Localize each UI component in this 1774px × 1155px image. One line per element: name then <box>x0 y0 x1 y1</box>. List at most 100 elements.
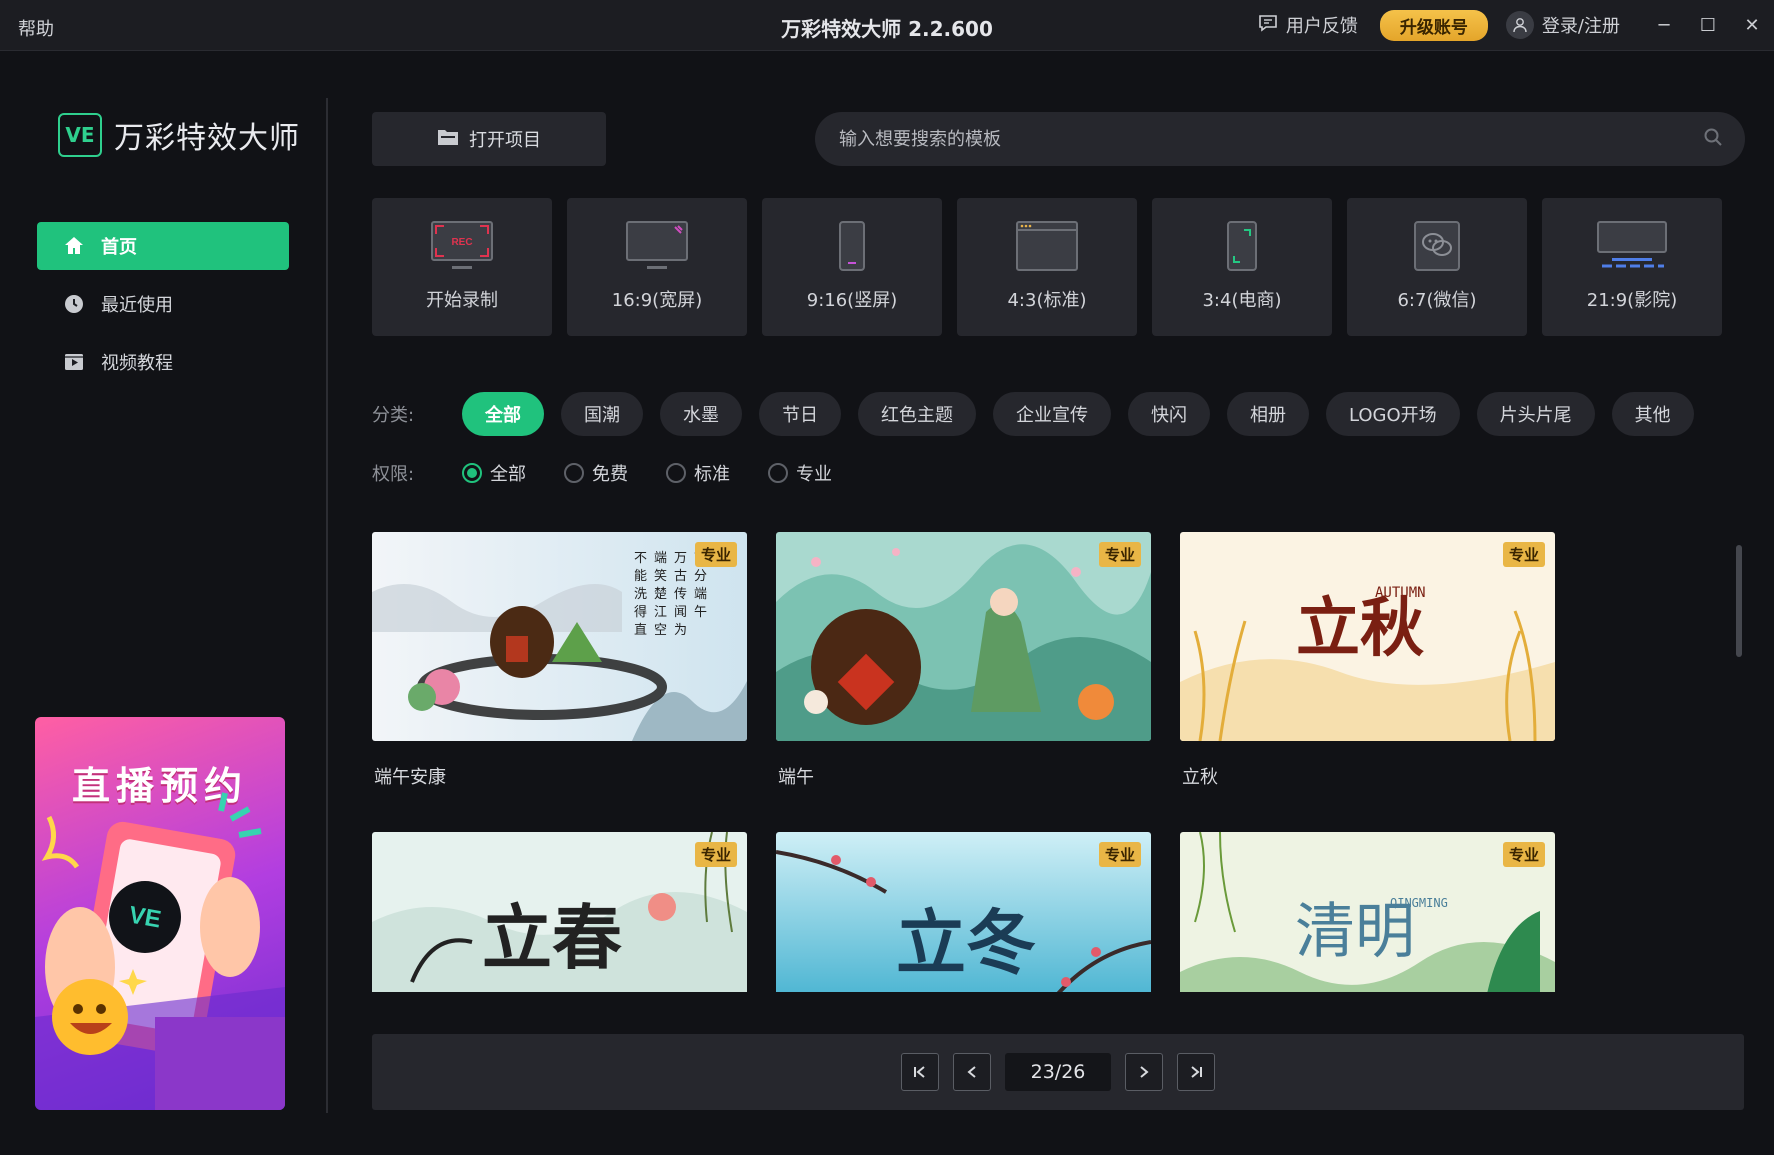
template-thumbnail[interactable]: 立秋 AUTUMN 专业 <box>1180 532 1555 741</box>
search-icon[interactable] <box>1703 127 1723 151</box>
help-menu[interactable]: 帮助 <box>18 15 54 41</box>
pro-badge: 专业 <box>1502 842 1545 867</box>
category-chip-album[interactable]: 相册 <box>1227 392 1309 436</box>
prev-page-button[interactable] <box>953 1053 991 1091</box>
start-recording-card[interactable]: REC 开始录制 <box>372 198 552 336</box>
svg-text:古: 古 <box>674 569 687 584</box>
promo-illustration: VE <box>35 792 285 1110</box>
category-chip-red-theme[interactable]: 红色主题 <box>858 392 976 436</box>
ecommerce-icon <box>1227 221 1257 271</box>
category-label: 分类: <box>372 405 415 426</box>
ratio-3-4-card[interactable]: 3:4(电商) <box>1152 198 1332 336</box>
first-page-icon <box>914 1066 925 1078</box>
sidebar-item-tutorials[interactable]: 视频教程 <box>37 338 289 386</box>
sidebar-item-recent[interactable]: 最近使用 <box>37 280 289 328</box>
page-indicator: 23/26 <box>1005 1053 1111 1091</box>
template-card[interactable]: 清明 QINGMING 专业 <box>1180 832 1555 992</box>
svg-text:江: 江 <box>654 605 667 620</box>
permission-radio-free[interactable]: 免费 <box>564 460 628 486</box>
category-chip-ink[interactable]: 水墨 <box>660 392 742 436</box>
template-card[interactable]: 立冬 专业 <box>776 832 1151 992</box>
radio-dot <box>666 463 686 483</box>
ratio-21-9-card[interactable]: 21:9(影院) <box>1542 198 1722 336</box>
category-chip-corporate[interactable]: 企业宣传 <box>993 392 1111 436</box>
svg-text:分: 分 <box>694 569 707 584</box>
ratio-16-9-card[interactable]: 16:9(宽屏) <box>567 198 747 336</box>
template-thumbnail[interactable]: 立冬 专业 <box>776 832 1151 992</box>
sidebar-item-home[interactable]: 首页 <box>37 222 289 270</box>
logo-mark: VE <box>58 113 102 157</box>
template-thumbnail[interactable]: 立春 专业 <box>372 832 747 992</box>
category-chip-guochao[interactable]: 国潮 <box>561 392 643 436</box>
template-card[interactable]: 不能洗得直 端笑楚江空 万古传闻为 节分端午 专业 端午安康 <box>372 532 747 789</box>
search-input[interactable] <box>837 127 1703 151</box>
widescreen-icon <box>626 221 688 269</box>
category-chip-intro-outro[interactable]: 片头片尾 <box>1476 392 1595 436</box>
radio-dot <box>462 463 482 483</box>
template-title: 立秋 <box>1182 767 1218 788</box>
template-scrollbar[interactable] <box>1736 545 1742 657</box>
feedback-button[interactable]: 用户反馈 <box>1258 12 1358 38</box>
app-logo: VE 万彩特效大师 <box>58 113 300 157</box>
ratio-9-16-card[interactable]: 9:16(竖屏) <box>762 198 942 336</box>
standard-icon <box>1016 221 1078 271</box>
template-thumbnail[interactable]: 不能洗得直 端笑楚江空 万古传闻为 节分端午 专业 <box>372 532 747 741</box>
live-booking-banner[interactable]: 直播预约 VE <box>35 717 285 1110</box>
category-chip-festival[interactable]: 节日 <box>759 392 841 436</box>
close-icon: ✕ <box>1744 14 1760 36</box>
wechat-icon <box>1414 221 1460 271</box>
radio-dot <box>768 463 788 483</box>
svg-text:传: 传 <box>674 587 687 602</box>
template-thumbnail[interactable]: 专业 <box>776 532 1151 741</box>
radio-label: 标准 <box>694 464 730 485</box>
feedback-label: 用户反馈 <box>1285 16 1358 37</box>
category-chip-other[interactable]: 其他 <box>1611 392 1694 436</box>
svg-text:笑: 笑 <box>654 568 667 584</box>
pro-badge: 专业 <box>694 542 737 567</box>
svg-text:午: 午 <box>694 605 707 620</box>
template-title: 端午 <box>778 767 814 788</box>
close-button[interactable]: ✕ <box>1730 0 1774 50</box>
category-filter: 分类: 全部 国潮 水墨 节日 红色主题 企业宣传 快闪 相册 LOGO开场 片… <box>372 392 1711 436</box>
svg-text:闻: 闻 <box>674 605 687 620</box>
pro-badge: 专业 <box>1098 842 1141 867</box>
upgrade-account-button[interactable]: 升级账号 <box>1379 9 1488 41</box>
category-chip-logo-intro[interactable]: LOGO开场 <box>1326 392 1460 436</box>
category-chip-all[interactable]: 全部 <box>462 392 544 436</box>
radio-label: 专业 <box>796 464 832 485</box>
ratio-label: 3:4(电商) <box>1202 290 1282 311</box>
next-page-button[interactable] <box>1125 1053 1163 1091</box>
template-card[interactable]: 立秋 AUTUMN 专业 立秋 <box>1180 532 1555 789</box>
ratio-6-7-card[interactable]: 6:7(微信) <box>1347 198 1527 336</box>
maximize-button[interactable]: ☐ <box>1686 0 1730 50</box>
chevron-right-icon <box>1140 1066 1149 1078</box>
svg-text:为: 为 <box>674 623 687 638</box>
last-page-icon <box>1191 1066 1202 1078</box>
template-thumbnail[interactable]: 清明 QINGMING 专业 <box>1180 832 1555 992</box>
last-page-button[interactable] <box>1177 1053 1215 1091</box>
ratio-4-3-card[interactable]: 4:3(标准) <box>957 198 1137 336</box>
radio-label: 免费 <box>592 464 628 485</box>
chevron-left-icon <box>967 1066 976 1078</box>
svg-text:不: 不 <box>634 551 647 566</box>
feedback-icon <box>1258 13 1278 38</box>
minimize-button[interactable]: ─ <box>1642 0 1686 50</box>
login-button[interactable]: 登录/注册 <box>1505 11 1620 39</box>
login-label: 登录/注册 <box>1541 16 1620 37</box>
permission-radio-pro[interactable]: 专业 <box>768 460 832 486</box>
ratio-label: 9:16(竖屏) <box>806 290 898 311</box>
template-card[interactable]: 立春 专业 <box>372 832 747 992</box>
svg-text:得: 得 <box>634 604 647 620</box>
permission-radio-standard[interactable]: 标准 <box>666 460 730 486</box>
svg-text:端: 端 <box>654 551 667 566</box>
template-art-text: 立秋 <box>1296 591 1424 666</box>
open-project-button[interactable]: 打开项目 <box>372 112 606 166</box>
first-page-button[interactable] <box>901 1053 939 1091</box>
pro-badge: 专业 <box>1502 542 1545 567</box>
template-art-subtext: AUTUMN <box>1375 585 1426 601</box>
category-chip-flash[interactable]: 快闪 <box>1128 392 1210 436</box>
sidebar-nav: 首页 最近使用 视频教程 <box>37 222 289 396</box>
permission-radio-all[interactable]: 全部 <box>462 460 526 486</box>
template-card[interactable]: 专业 端午 <box>776 532 1151 789</box>
radio-label: 全部 <box>490 464 526 485</box>
